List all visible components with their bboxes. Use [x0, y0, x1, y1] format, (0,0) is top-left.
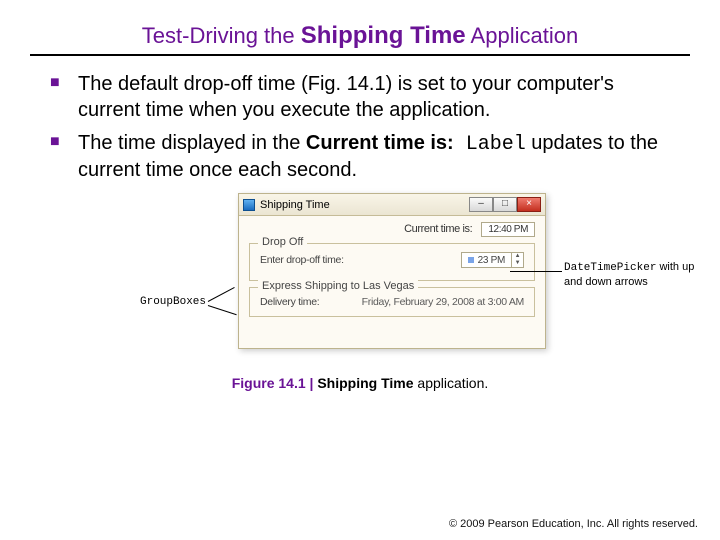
window-body: Current time is: 12:40 PM Drop Off Enter… — [239, 216, 545, 325]
callout-line — [208, 305, 237, 315]
caption-separator: | — [306, 375, 318, 391]
minimize-button[interactable]: – — [469, 197, 493, 212]
callout-groupboxes: GroupBoxes — [140, 296, 206, 309]
title-underline — [30, 54, 690, 56]
app-icon — [243, 199, 255, 211]
callout-datetimepicker: DateTimePicker with up and down arrows — [564, 261, 704, 289]
copyright-symbol: © — [449, 518, 457, 530]
bullet-text-bold: Current time is: — [306, 132, 454, 154]
current-time-label: Current time is: — [404, 223, 472, 235]
close-button[interactable]: × — [517, 197, 541, 212]
picker-value: 23 PM — [462, 255, 511, 266]
window-titlebar: Shipping Time – □ × — [239, 194, 545, 216]
caption-suffix: application. — [414, 375, 489, 391]
window-title: Shipping Time — [260, 199, 330, 211]
groupbox-legend: Drop Off — [258, 236, 307, 248]
dropoff-row: Enter drop-off time: 23 PM ▲ ▼ — [260, 252, 524, 268]
bullet-text: The default drop-off time (Fig. 14.1) is… — [78, 73, 614, 121]
figure-label: Figure 14.1 — [232, 375, 306, 391]
callout-line — [510, 271, 562, 272]
title-suffix: Application — [466, 23, 579, 48]
maximize-button[interactable]: □ — [493, 197, 517, 212]
picker-highlight-icon — [468, 257, 474, 263]
delivery-value: Friday, February 29, 2008 at 3:00 AM — [362, 296, 524, 308]
callout-mono: DateTimePicker — [564, 262, 656, 274]
figure-area: Shipping Time – □ × Current time is: 12:… — [0, 193, 720, 373]
title-area: Test-Driving the Shipping Time Applicati… — [0, 0, 720, 50]
delivery-row: Delivery time: Friday, February 29, 2008… — [260, 296, 524, 308]
spinner-up-icon[interactable]: ▲ — [512, 253, 523, 260]
datetime-picker[interactable]: 23 PM ▲ ▼ — [461, 252, 524, 268]
picker-text: 23 PM — [478, 255, 505, 266]
figure-caption: Figure 14.1 | Shipping Time application. — [0, 375, 720, 391]
bullet-list: The default drop-off time (Fig. 14.1) is… — [0, 72, 720, 183]
bullet-item: The default drop-off time (Fig. 14.1) is… — [50, 72, 660, 123]
app-window: Shipping Time – □ × Current time is: 12:… — [238, 193, 546, 349]
bullet-text-mono: Label — [454, 133, 526, 156]
footer-text: 2009 Pearson Education, Inc. All rights … — [457, 518, 698, 530]
bullet-text-pre: The time displayed in the — [78, 132, 306, 154]
groupbox-shipping: Express Shipping to Las Vegas Delivery t… — [249, 287, 535, 317]
window-buttons: – □ × — [469, 197, 541, 212]
title-prefix: Test-Driving the — [142, 23, 301, 48]
spinner-down-icon[interactable]: ▼ — [512, 260, 523, 267]
current-time-row: Current time is: 12:40 PM — [249, 222, 535, 237]
title-bold: Shipping Time — [301, 22, 466, 49]
callout-line — [208, 287, 235, 302]
footer: © 2009 Pearson Education, Inc. All right… — [449, 518, 698, 530]
current-time-value: 12:40 PM — [481, 222, 535, 237]
page-title: Test-Driving the Shipping Time Applicati… — [40, 22, 680, 50]
picker-spinner[interactable]: ▲ ▼ — [511, 253, 523, 267]
delivery-label: Delivery time: — [260, 296, 319, 308]
groupbox-dropoff: Drop Off Enter drop-off time: 23 PM ▲ ▼ — [249, 243, 535, 281]
dropoff-label: Enter drop-off time: — [260, 254, 344, 266]
bullet-item: The time displayed in the Current time i… — [50, 131, 660, 183]
groupbox-legend: Express Shipping to Las Vegas — [258, 280, 418, 292]
caption-bold: Shipping Time — [317, 375, 413, 391]
